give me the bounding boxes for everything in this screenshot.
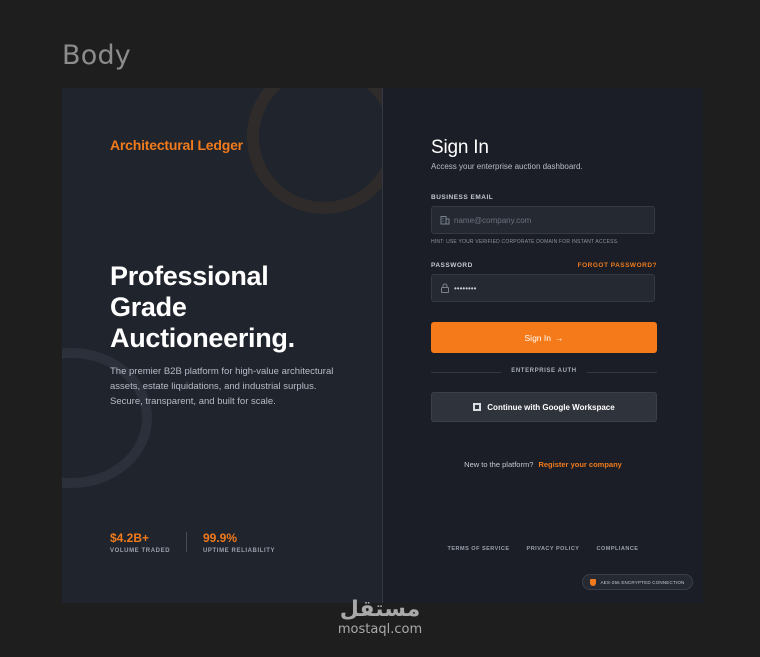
divider-line-right bbox=[587, 372, 657, 373]
signin-title: Sign In bbox=[431, 137, 489, 158]
google-workspace-button[interactable]: Continue with Google Workspace bbox=[431, 392, 657, 422]
password-input[interactable] bbox=[454, 275, 649, 301]
watermark-latin: mostaql.com bbox=[337, 622, 423, 637]
password-label: PASSWORD bbox=[431, 262, 473, 269]
stat-label: VOLUME TRADED bbox=[110, 548, 171, 554]
watermark-arabic: مستقل bbox=[339, 597, 421, 622]
shield-icon bbox=[590, 578, 597, 586]
stat-volume: $4.2B+ VOLUME TRADED bbox=[110, 531, 170, 554]
encryption-badge-text: AES-256 ENCRYPTED CONNECTION bbox=[600, 579, 685, 585]
watermark: مستقل mostaql.com bbox=[0, 597, 760, 637]
sign-in-button[interactable]: Sign In → bbox=[431, 322, 657, 353]
stat-uptime: 99.9% UPTIME RELIABILITY bbox=[203, 531, 275, 554]
compliance-link[interactable]: COMPLIANCE bbox=[596, 546, 638, 552]
register-row: New to the platform? Register your compa… bbox=[383, 460, 703, 469]
email-input[interactable] bbox=[454, 207, 649, 233]
arrow-right-icon: → bbox=[554, 332, 564, 343]
stat-label: UPTIME RELIABILITY bbox=[203, 548, 276, 554]
stat-value: 99.9% bbox=[203, 531, 238, 545]
terms-of-service-link[interactable]: TERMS OF SERVICE bbox=[448, 546, 510, 552]
email-label: BUSINESS EMAIL bbox=[431, 194, 494, 201]
register-prompt: New to the platform? bbox=[464, 460, 534, 469]
hero-panel: Architectural Ledger Professional Grade … bbox=[62, 88, 382, 603]
signin-panel: Sign In Access your enterprise auction d… bbox=[383, 88, 703, 603]
encryption-badge: AES-256 ENCRYPTED CONNECTION bbox=[582, 574, 693, 590]
google-button-label: Continue with Google Workspace bbox=[487, 402, 615, 412]
enterprise-auth-divider: ENTERPRISE AUTH bbox=[511, 368, 577, 374]
hero-description: The premier B2B platform for high-value … bbox=[110, 366, 334, 407]
frame-label: Body bbox=[62, 40, 131, 71]
register-company-link[interactable]: Register your company bbox=[538, 460, 621, 469]
hero-title-line-3: Auctioneering. bbox=[110, 323, 295, 353]
hero-title-line-2: Grade bbox=[110, 292, 187, 322]
forgot-password-link[interactable]: FORGOT PASSWORD? bbox=[578, 262, 657, 269]
stat-value: $4.2B+ bbox=[110, 531, 150, 545]
stat-divider bbox=[186, 532, 187, 552]
decorative-ring-top bbox=[247, 88, 382, 214]
building-icon bbox=[440, 216, 450, 225]
password-field-wrapper[interactable] bbox=[431, 274, 655, 302]
hero-title-line-1: Professional bbox=[110, 261, 269, 291]
divider-line-left bbox=[431, 372, 501, 373]
login-page: Architectural Ledger Professional Grade … bbox=[62, 88, 703, 603]
hero-title: Professional Grade Auctioneering. bbox=[110, 261, 370, 354]
email-field-wrapper[interactable] bbox=[431, 206, 655, 234]
email-hint: HINT: USE YOUR VERIFIED CORPORATE DOMAIN… bbox=[431, 239, 619, 245]
footer-links: TERMS OF SERVICE PRIVACY POLICY COMPLIAN… bbox=[383, 546, 703, 552]
privacy-policy-link[interactable]: PRIVACY POLICY bbox=[527, 546, 580, 552]
google-icon bbox=[473, 403, 482, 411]
signin-subtitle: Access your enterprise auction dashboard… bbox=[431, 162, 583, 171]
brand-logo: Architectural Ledger bbox=[110, 137, 243, 153]
lock-icon bbox=[441, 283, 449, 293]
sign-in-button-label: Sign In bbox=[524, 332, 551, 343]
